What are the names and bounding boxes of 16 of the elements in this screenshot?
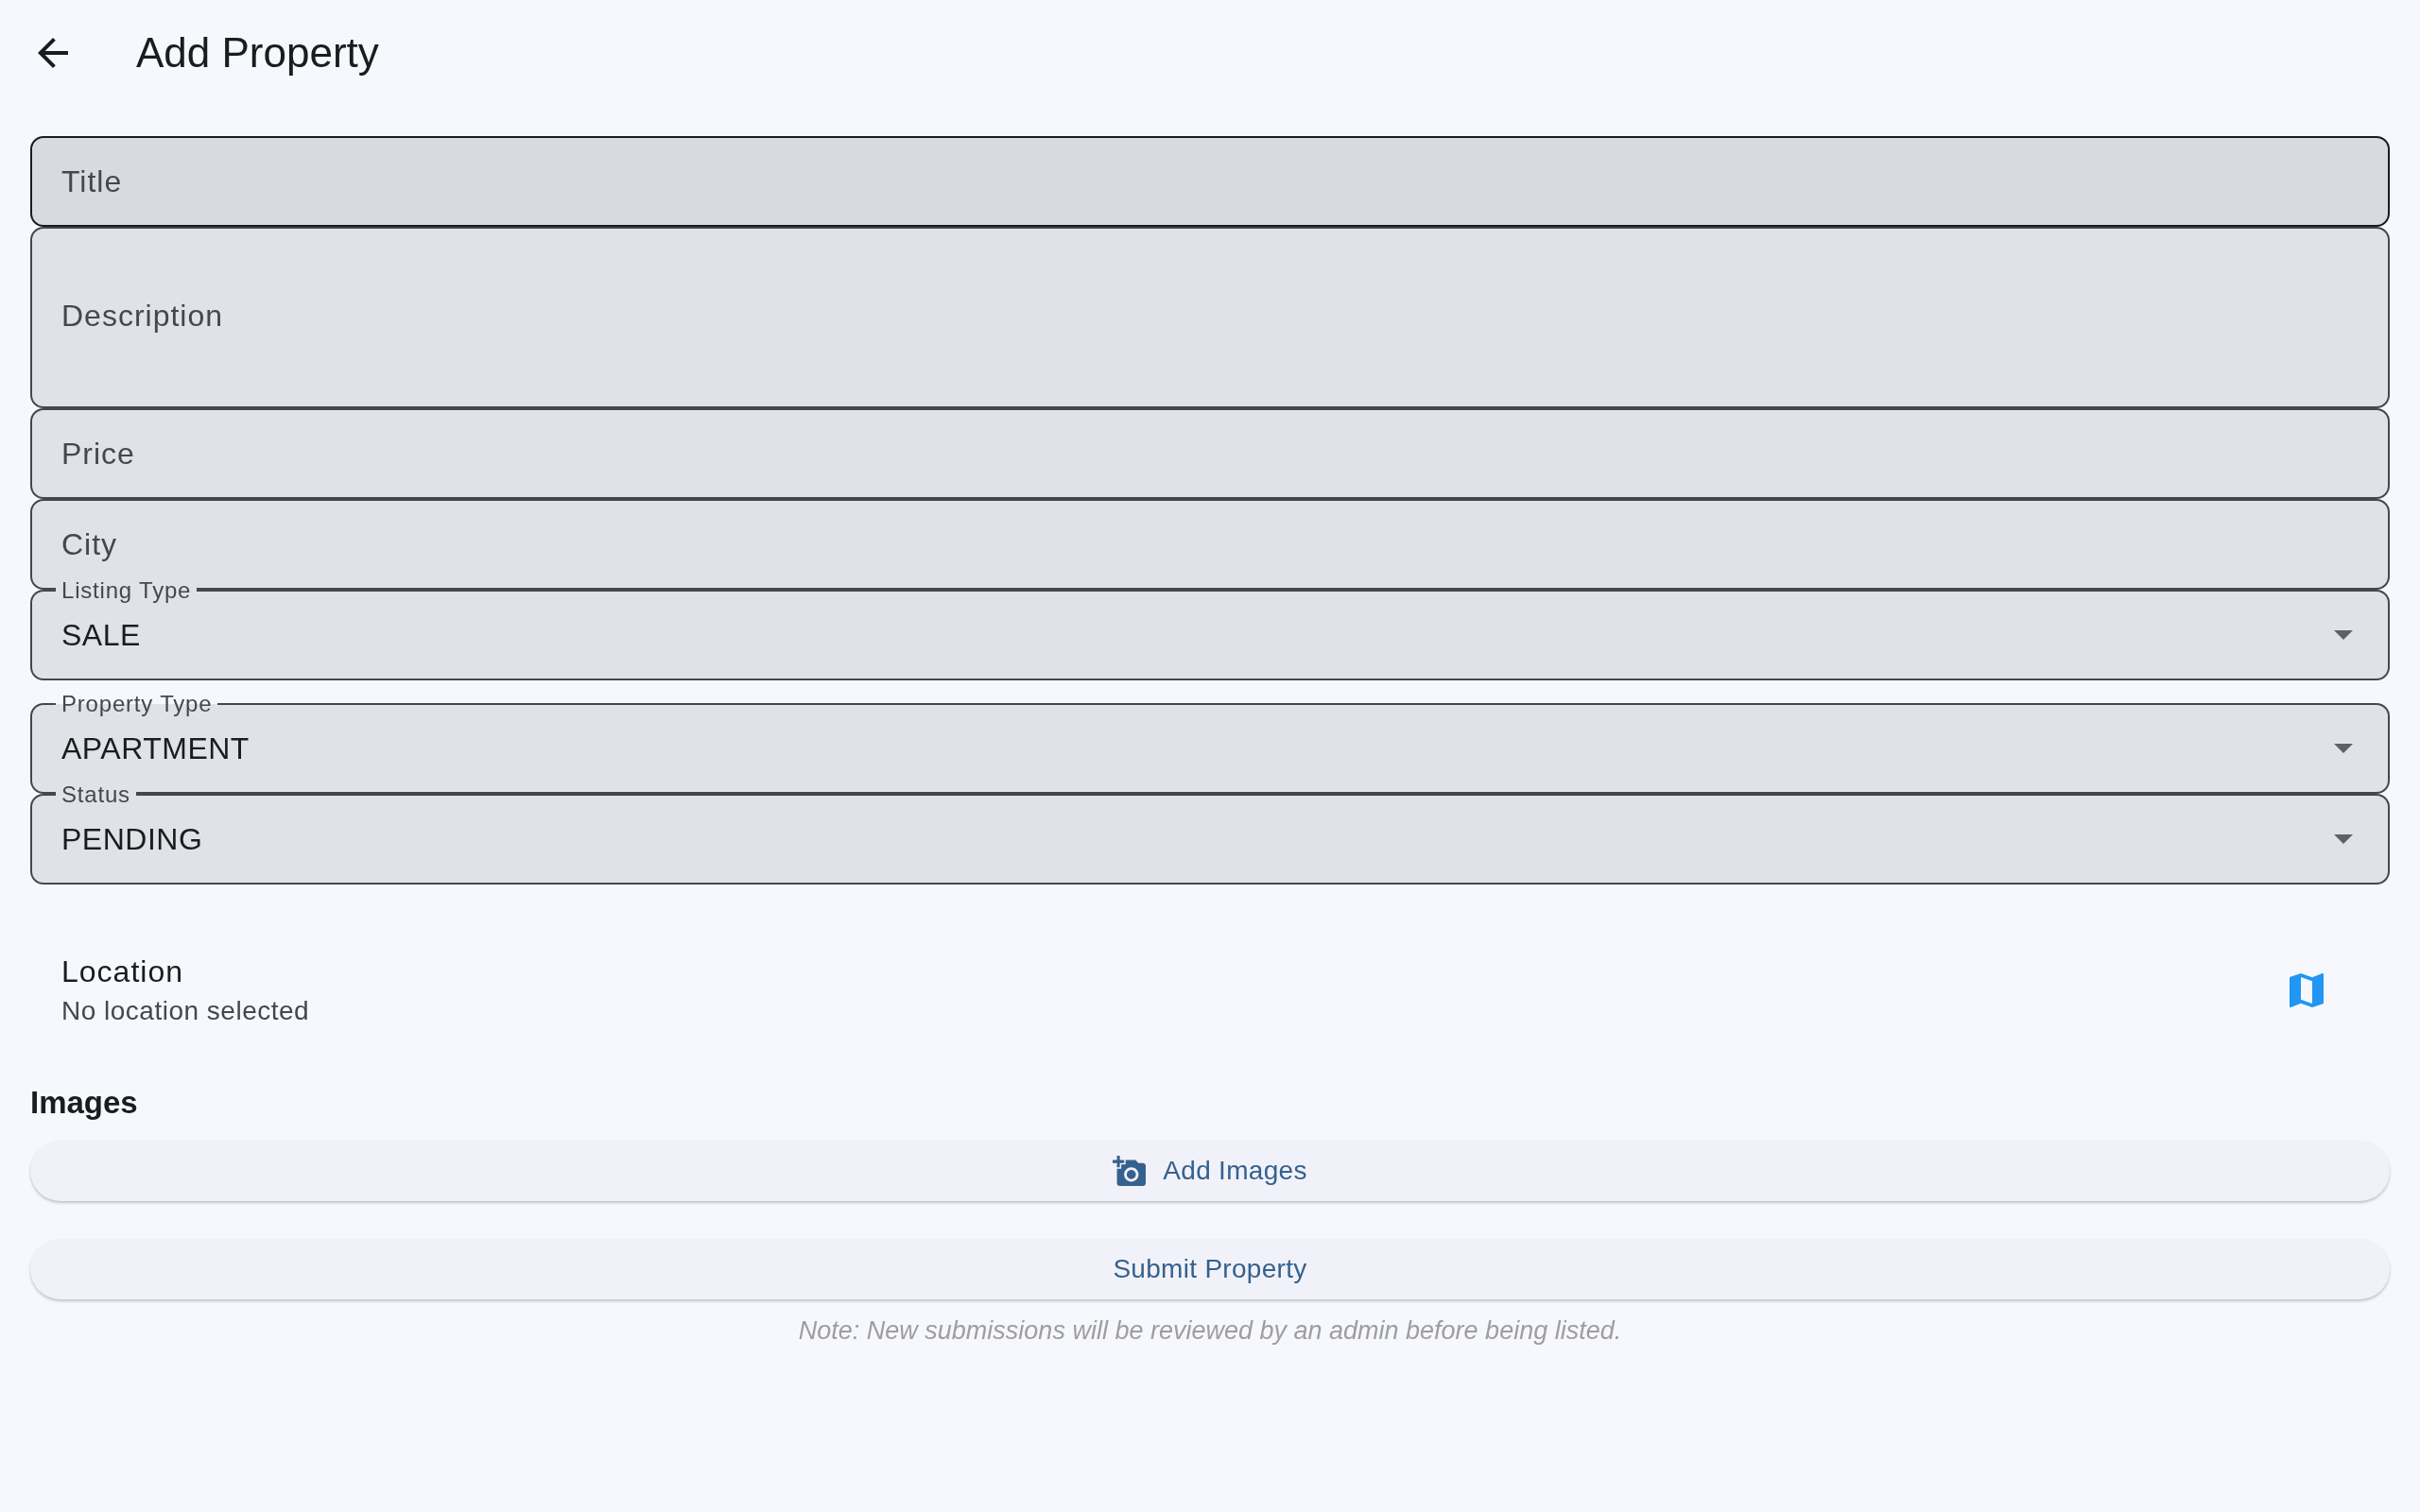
text-field[interactable]: Title: [30, 136, 2390, 227]
camera-plus-icon: [1113, 1156, 1147, 1186]
back-arrow-icon: [38, 38, 68, 68]
caret-down-icon: [2334, 834, 2353, 844]
note-text: Note: New submissions will be reviewed by an admin before being listed.: [798, 1315, 1622, 1347]
caret-down-icon: [2334, 630, 2353, 640]
add-images-button[interactable]: Add Images: [30, 1141, 2390, 1201]
location-label: Location: [61, 954, 184, 990]
location-value: No location selected: [61, 995, 310, 1027]
submit-button[interactable]: Submit Property: [30, 1239, 2390, 1299]
text-area-field[interactable]: Description: [30, 227, 2390, 408]
page-title: Add Property: [136, 28, 379, 77]
map-icon: [2290, 973, 2324, 1007]
section-heading: Images: [30, 1084, 138, 1122]
text-field[interactable]: Price: [30, 408, 2390, 499]
caret-down-icon: [2334, 744, 2353, 753]
